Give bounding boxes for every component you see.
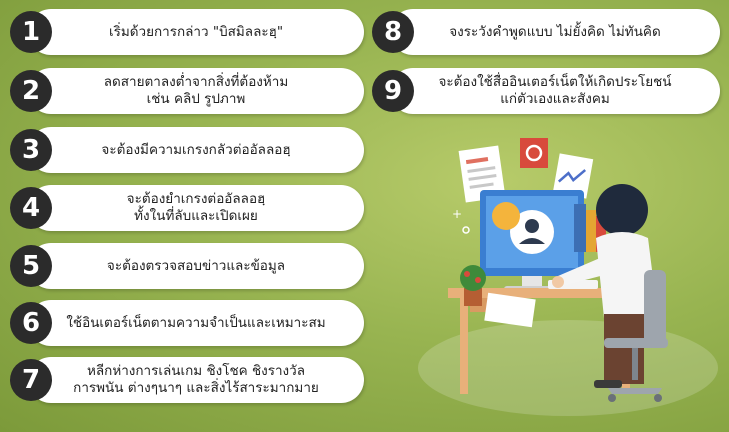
- item-2-text: ลดสายตาลงต่ำจากสิ่งที่ต้องห้าม เช่น คลิป …: [104, 74, 289, 108]
- item-4-pill: จะต้องยำเกรงต่ออัลลอฮฺ ทั้งในที่ลับและเปิ…: [28, 185, 364, 231]
- svg-text:+: +: [452, 207, 462, 221]
- item-4-line-1: จะต้องยำเกรงต่ออัลลอฮฺ: [126, 191, 266, 207]
- item-3-line-1: จะต้องมีความเกรงกลัวต่ออัลลอฮฺ: [101, 141, 291, 158]
- item-6-pill: ใช้อินเตอร์เน็ตตามความจำเป็นและเหมาะสม: [28, 300, 364, 346]
- item-5-pill: จะต้องตรวจสอบข่าวและข้อมูล: [28, 243, 364, 289]
- item-7-text: หลีกห่างการเล่นเกม ชิงโชค ชิงรางวัล การพน…: [73, 363, 319, 397]
- item-5-text: จะต้องตรวจสอบข่าวและข้อมูล: [107, 258, 285, 275]
- item-1-badge: 1: [10, 11, 52, 53]
- item-9-pill: จะต้องใช้สื่ออินเตอร์เน็ตให้เกิดประโยชน์…: [390, 68, 720, 114]
- item-9-text: จะต้องใช้สื่ออินเตอร์เน็ตให้เกิดประโยชน์…: [438, 74, 671, 108]
- item-2-line-1: ลดสายตาลงต่ำจากสิ่งที่ต้องห้าม: [103, 74, 289, 90]
- item-8-line-1: จงระวังคำพูดแบบ ไม่ยั้งคิด ไม่ทันคิด: [449, 23, 661, 40]
- item-6-text: ใช้อินเตอร์เน็ตตามความจำเป็นและเหมาะสม: [66, 315, 325, 332]
- item-2-pill: ลดสายตาลงต่ำจากสิ่งที่ต้องห้าม เช่น คลิป …: [28, 68, 364, 114]
- item-3-pill: จะต้องมีความเกรงกลัวต่ออัลลอฮฺ: [28, 127, 364, 173]
- item-8-pill: จงระวังคำพูดแบบ ไม่ยั้งคิด ไม่ทันคิด: [390, 9, 720, 55]
- item-5-badge: 5: [10, 245, 52, 287]
- item-7-badge: 7: [10, 359, 52, 401]
- item-8-badge: 8: [372, 11, 414, 53]
- item-1-text: เริ่มด้วยการกล่าว "บิสมิลละฮฺ": [109, 24, 283, 41]
- item-9-line-2: แก่ตัวเองและสังคม: [500, 91, 610, 107]
- item-7-pill: หลีกห่างการเล่นเกม ชิงโชค ชิงรางวัล การพน…: [28, 357, 364, 403]
- item-7-line-2: การพนัน ต่างๆนาๆ และสิ่งไร้สาระมากมาย: [73, 380, 319, 396]
- item-3-text: จะต้องมีความเกรงกลัวต่ออัลลอฮฺ: [101, 142, 290, 159]
- item-6-badge: 6: [10, 302, 52, 344]
- item-3-badge: 3: [10, 129, 52, 171]
- person-at-computer-icon: +: [418, 138, 718, 416]
- item-4-badge: 4: [10, 187, 52, 229]
- item-9-line-1: จะต้องใช้สื่ออินเตอร์เน็ตให้เกิดประโยชน์: [438, 74, 672, 90]
- item-1-pill: เริ่มด้วยการกล่าว "บิสมิลละฮฺ": [28, 9, 364, 55]
- item-4-text: จะต้องยำเกรงต่ออัลลอฮฺ ทั้งในที่ลับและเปิ…: [127, 191, 266, 225]
- infographic: เริ่มด้วยการกล่าว "บิสมิลละฮฺ" 1 ลดสายตา…: [0, 0, 729, 432]
- item-9-badge: 9: [372, 70, 414, 112]
- item-5-line-1: จะต้องตรวจสอบข่าวและข้อมูล: [106, 257, 286, 274]
- item-6-line-1: ใช้อินเตอร์เน็ตตามความจำเป็นและเหมาะสม: [66, 314, 326, 331]
- item-4-line-2: ทั้งในที่ลับและเปิดเผย: [134, 208, 258, 224]
- item-8-text: จงระวังคำพูดแบบ ไม่ยั้งคิด ไม่ทันคิด: [449, 24, 660, 41]
- item-7-line-1: หลีกห่างการเล่นเกม ชิงโชค ชิงรางวัล: [86, 363, 306, 379]
- item-2-line-2: เช่น คลิป รูปภาพ: [146, 91, 246, 107]
- item-2-badge: 2: [10, 70, 52, 112]
- item-1-line-1: เริ่มด้วยการกล่าว "บิสมิลละฮฺ": [108, 23, 284, 40]
